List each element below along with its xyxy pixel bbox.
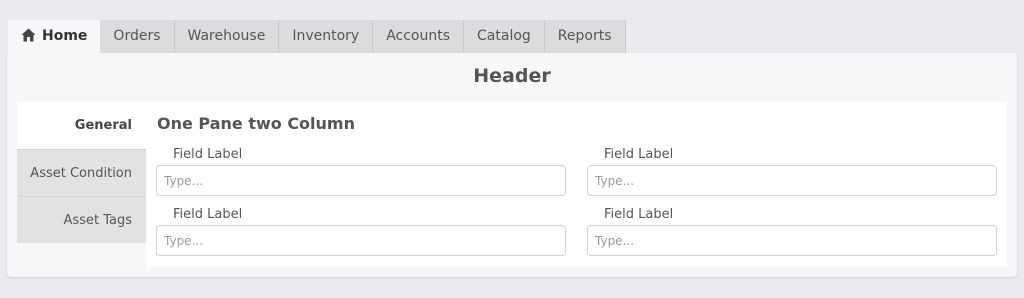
tab-warehouse[interactable]: Warehouse: [174, 20, 280, 53]
tab-catalog[interactable]: Catalog: [464, 20, 545, 53]
side-tab-asset-condition[interactable]: Asset Condition: [17, 149, 146, 196]
field-input-2[interactable]: [587, 165, 997, 196]
field-input-4[interactable]: [587, 225, 997, 256]
tab-orders[interactable]: Orders: [100, 20, 175, 53]
tab-accounts[interactable]: Accounts: [373, 20, 465, 53]
side-tab-asset-tags[interactable]: Asset Tags: [17, 196, 146, 243]
tab-home[interactable]: Home: [8, 20, 101, 55]
content-pane: One Pane two Column Field Label Field La…: [146, 102, 1007, 267]
field-input-1[interactable]: [156, 165, 566, 196]
home-icon: [21, 22, 36, 55]
tab-home-label: Home: [42, 28, 88, 44]
panel-header-title: Header: [473, 65, 551, 87]
field-label-1: Field Label: [173, 147, 243, 162]
field-label-2: Field Label: [604, 147, 674, 162]
section-title: One Pane two Column: [157, 114, 355, 133]
field-input-3[interactable]: [156, 225, 566, 256]
tab-reports[interactable]: Reports: [544, 20, 626, 53]
field-label-4: Field Label: [604, 207, 674, 222]
field-label-3: Field Label: [173, 207, 243, 222]
top-tab-bar: Home Orders Warehouse Inventory Accounts…: [8, 20, 626, 53]
side-tab-nav: General Asset Condition Asset Tags: [17, 102, 146, 243]
main-panel: Header General Asset Condition Asset Tag…: [7, 53, 1017, 277]
side-tab-general[interactable]: General: [17, 102, 146, 149]
tab-inventory[interactable]: Inventory: [279, 20, 374, 53]
